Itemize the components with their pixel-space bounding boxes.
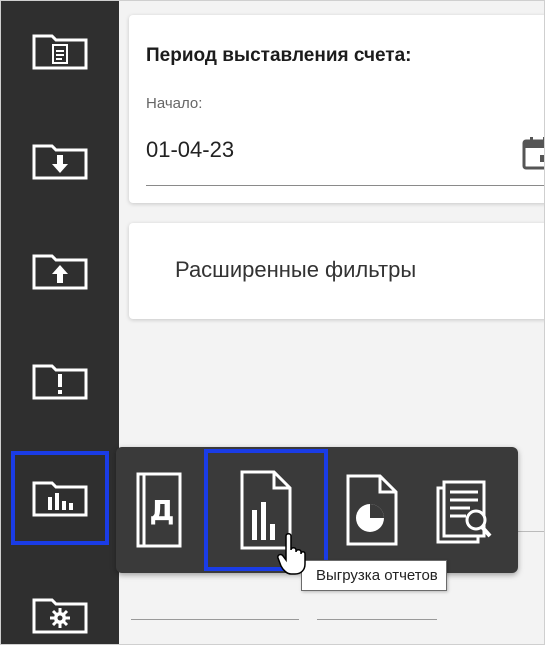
sidebar-item-settings[interactable] xyxy=(1,567,119,644)
start-date-input[interactable]: 01-04-23 xyxy=(146,137,234,163)
popup-item-pie-report[interactable] xyxy=(328,447,416,573)
tooltip-report-export: Выгрузка отчетов xyxy=(301,560,447,591)
reports-popup-menu: Д xyxy=(116,447,518,573)
sidebar-item-documents[interactable] xyxy=(1,3,119,99)
start-date-underline xyxy=(146,185,544,186)
billing-period-card: Период выставления счета: Начало: 01-04-… xyxy=(129,15,545,203)
start-date-label: Начало: xyxy=(146,95,203,112)
popup-item-document-search[interactable] xyxy=(420,447,508,573)
sidebar-item-reports[interactable] xyxy=(11,451,109,545)
folder-chart-icon xyxy=(32,481,88,517)
sidebar-item-download[interactable] xyxy=(1,113,119,209)
billing-period-title: Период выставления счета: xyxy=(146,45,412,66)
popup-item-report-export[interactable] xyxy=(204,449,328,571)
sidebar xyxy=(1,1,119,644)
pie-document-icon xyxy=(346,474,398,546)
folder-document-icon xyxy=(32,34,88,70)
hand-cursor-icon xyxy=(277,533,306,575)
document-search-icon xyxy=(436,480,492,544)
popup-item-document-d[interactable]: Д xyxy=(116,447,204,573)
document-d-letter: Д xyxy=(150,494,175,527)
advanced-filters-card[interactable]: Расширенные фильтры xyxy=(129,223,544,319)
calendar-icon[interactable] xyxy=(521,135,545,171)
folder-download-icon xyxy=(32,144,88,180)
document-d-icon: Д xyxy=(136,472,182,548)
field-underline xyxy=(317,619,437,620)
sidebar-item-upload[interactable] xyxy=(1,223,119,319)
folder-upload-icon xyxy=(32,254,88,290)
app-frame: Период выставления счета: Начало: 01-04-… xyxy=(0,0,545,645)
folder-alert-icon xyxy=(32,364,88,400)
sidebar-item-alerts[interactable] xyxy=(1,333,119,429)
field-underline xyxy=(131,619,299,620)
advanced-filters-label: Расширенные фильтры xyxy=(175,257,417,282)
folder-settings-icon xyxy=(32,598,88,634)
